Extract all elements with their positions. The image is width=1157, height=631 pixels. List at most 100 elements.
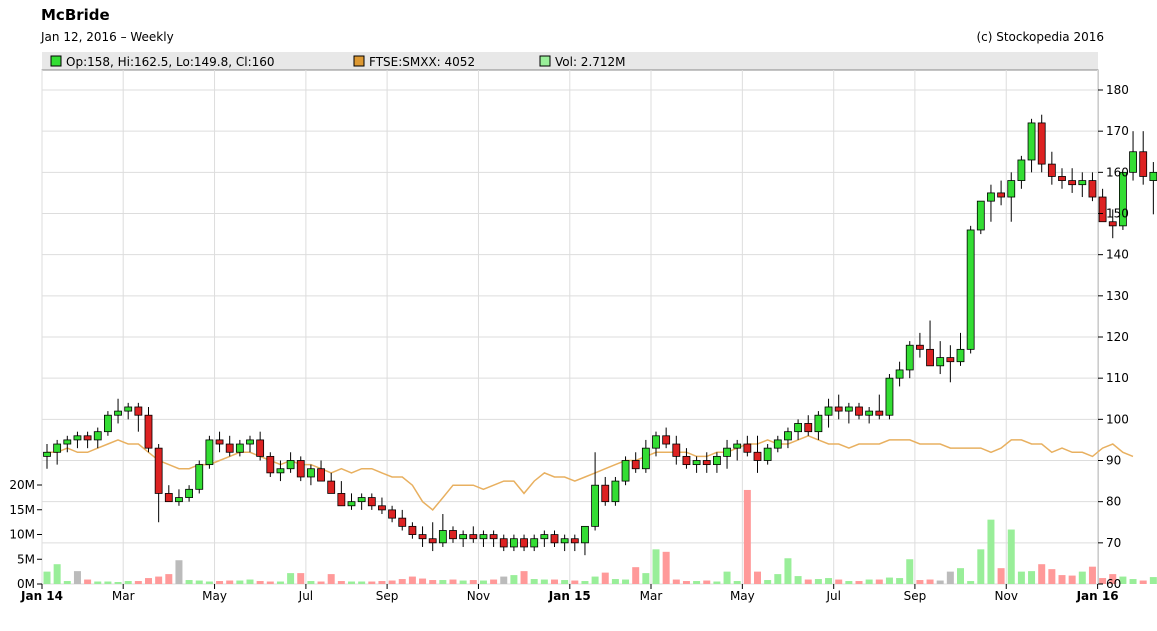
volume-bar — [885, 577, 893, 584]
candle-body — [1047, 163, 1056, 177]
candle-body — [438, 530, 447, 544]
volume-bar — [358, 581, 366, 584]
candle-body — [114, 410, 122, 416]
candle-body — [530, 538, 539, 548]
candle-body — [560, 538, 569, 544]
volume-bar — [297, 573, 305, 584]
volume-bar — [611, 579, 619, 584]
volume-bar — [977, 549, 985, 584]
volume-bar — [926, 579, 934, 584]
volume-bar — [287, 573, 295, 584]
candle-body — [1068, 180, 1077, 186]
volume-bar — [540, 579, 548, 584]
volume-bar — [53, 564, 61, 584]
candle-body — [611, 480, 620, 503]
legend-bar: Op:158, Hi:162.5, Lo:149.8, Cl:160 FTSE:… — [42, 52, 1098, 70]
x-tick-label: Jan 15 — [548, 589, 591, 603]
candle-body — [509, 538, 518, 548]
volume-bar — [591, 576, 599, 584]
volume-bar — [967, 581, 975, 584]
candle-body — [550, 534, 559, 544]
candle-body — [256, 439, 265, 457]
volume-bar — [835, 579, 843, 584]
volume-bar — [266, 581, 274, 584]
volume-bar — [957, 568, 964, 584]
volume-bar — [845, 581, 853, 584]
volume-bar — [226, 580, 234, 584]
volume-bar — [1007, 529, 1015, 584]
candle-body — [520, 538, 528, 548]
volume-bar — [1129, 579, 1137, 584]
candle-body — [631, 460, 640, 470]
volume-bar — [439, 580, 447, 584]
candle-body — [418, 534, 427, 540]
candle-body — [1037, 122, 1046, 165]
volume-bar — [622, 579, 630, 584]
volume-bar — [1139, 580, 1147, 584]
volume-bar — [134, 581, 142, 584]
volume-bar — [469, 580, 477, 584]
y-tick-label: 100 — [1106, 412, 1129, 426]
volume-bar — [865, 579, 873, 584]
candle-body — [1017, 159, 1026, 181]
volume-bar — [185, 580, 193, 584]
volume-bar — [216, 581, 224, 584]
candle-body — [428, 538, 437, 544]
legend-swatch-volume — [539, 55, 551, 67]
candle-body — [987, 192, 995, 202]
grid — [41, 69, 1099, 585]
volume-bar — [662, 551, 670, 584]
volume-bar — [459, 580, 467, 584]
candle-body — [367, 497, 376, 507]
candle-body — [1139, 151, 1148, 177]
candle-body — [581, 525, 589, 544]
candle-body — [702, 460, 711, 466]
volume-bar — [205, 581, 213, 584]
volume-bar — [73, 571, 81, 584]
volume-bar — [703, 580, 711, 584]
volume-bar — [307, 581, 315, 584]
volume-bar — [63, 581, 71, 584]
volume-bar — [520, 571, 528, 584]
volume-bar — [408, 576, 416, 584]
candle-body — [855, 406, 863, 416]
volume-bar — [1038, 564, 1046, 584]
x-tick-label: May — [202, 589, 227, 603]
volume-bar — [561, 580, 569, 584]
candle-body — [591, 484, 599, 527]
volume-bar — [682, 581, 690, 584]
candle-body — [164, 493, 173, 503]
volume-bar — [429, 580, 437, 584]
candle-body — [834, 406, 843, 412]
y-tick-label: 160 — [1106, 165, 1129, 179]
volume-bar — [490, 579, 498, 584]
volume-tick-label: 15M — [9, 503, 35, 517]
x-tick-label: Jul — [825, 589, 840, 603]
volume-bar — [236, 580, 244, 584]
volume-bar — [794, 576, 802, 584]
candle-body — [885, 377, 894, 416]
candle-body — [104, 414, 112, 433]
candle-body — [337, 493, 346, 507]
volume-bar — [500, 576, 508, 584]
volume-bar — [114, 582, 122, 584]
candle-body — [63, 439, 72, 445]
volume-bar — [510, 575, 518, 584]
candle-body — [976, 200, 985, 231]
y-tick-label: 150 — [1106, 207, 1129, 221]
candle-body — [662, 435, 671, 445]
volume-bar — [1068, 575, 1076, 584]
x-tick-label: Sep — [376, 589, 399, 603]
volume-bar — [672, 579, 680, 584]
volume-bar — [94, 581, 102, 584]
candle-body — [1088, 180, 1097, 198]
volume-bar — [378, 581, 386, 584]
candle-body — [195, 464, 204, 490]
volume-bar — [774, 574, 782, 584]
y-tick-label: 130 — [1106, 289, 1129, 303]
candle-body — [723, 447, 731, 457]
legend-label-volume: Vol: 2.712M — [555, 55, 626, 69]
volume-bar — [419, 578, 427, 584]
candle-body — [966, 229, 975, 350]
candle-body — [266, 455, 275, 474]
